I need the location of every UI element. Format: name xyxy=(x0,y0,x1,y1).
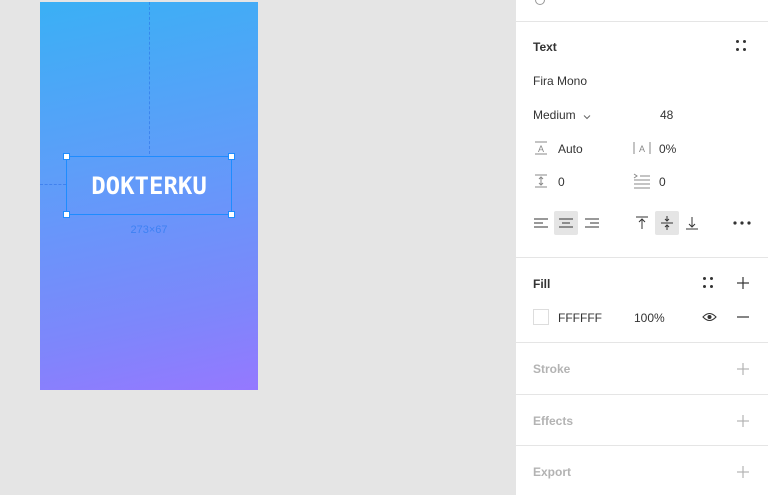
layout-guide-vertical xyxy=(149,2,150,154)
align-left-icon[interactable] xyxy=(531,212,551,234)
letter-spacing-icon: A xyxy=(632,140,652,156)
font-family-select[interactable]: Fira Mono xyxy=(533,74,587,88)
add-effect-icon[interactable] xyxy=(735,413,751,429)
mobile-frame[interactable]: DOKTERKU 273×67 xyxy=(40,2,258,390)
paragraph-spacing-icon xyxy=(533,173,549,189)
canvas[interactable]: DOKTERKU 273×67 xyxy=(0,0,515,495)
svg-text:A: A xyxy=(639,144,645,154)
chevron-down-icon xyxy=(583,109,591,123)
fill-opacity-input[interactable]: 100% xyxy=(634,311,665,325)
resize-handle-top-left[interactable] xyxy=(63,153,70,160)
fill-section-title: Fill xyxy=(533,277,551,291)
text-section: Text Fira Mono Medium 48 A Auto A 0% 0 0 xyxy=(516,22,768,258)
resize-handle-bottom-left[interactable] xyxy=(63,211,70,218)
font-weight-select[interactable]: Medium xyxy=(533,108,591,123)
export-section: Export xyxy=(516,446,768,495)
remove-fill-icon[interactable] xyxy=(735,310,751,324)
stroke-section: Stroke xyxy=(516,343,768,395)
text-section-title: Text xyxy=(533,40,557,54)
partial-icon xyxy=(534,0,546,6)
effects-section: Effects xyxy=(516,395,768,446)
add-fill-icon[interactable] xyxy=(735,275,751,291)
letter-spacing-input[interactable]: 0% xyxy=(659,142,676,156)
align-bottom-icon[interactable] xyxy=(682,212,702,234)
add-stroke-icon[interactable] xyxy=(735,361,751,377)
align-middle-icon[interactable] xyxy=(655,211,679,235)
font-weight-value: Medium xyxy=(533,108,576,122)
panel-top-row xyxy=(516,0,768,22)
paragraph-indent-input[interactable]: 0 xyxy=(659,175,666,189)
svg-text:A: A xyxy=(538,144,544,154)
paragraph-indent-icon xyxy=(632,173,652,189)
text-styles-icon[interactable] xyxy=(736,40,748,52)
stroke-section-title: Stroke xyxy=(533,362,571,376)
selection-size-label: 273×67 xyxy=(130,224,168,236)
fill-section: Fill FFFFFF 100% xyxy=(516,258,768,343)
export-section-title: Export xyxy=(533,465,572,479)
line-height-icon: A xyxy=(533,140,549,156)
layout-guide-horizontal xyxy=(40,184,66,185)
line-height-input[interactable]: Auto xyxy=(558,142,583,156)
eye-icon[interactable] xyxy=(701,310,717,324)
fill-styles-icon[interactable] xyxy=(703,277,715,289)
more-options-icon[interactable] xyxy=(732,212,752,234)
fill-hex-input[interactable]: FFFFFF xyxy=(558,311,602,325)
add-export-icon[interactable] xyxy=(735,464,751,480)
text-layer-selection[interactable]: DOKTERKU xyxy=(63,153,235,218)
align-top-icon[interactable] xyxy=(632,212,652,234)
properties-panel: Text Fira Mono Medium 48 A Auto A 0% 0 0… xyxy=(515,0,768,495)
text-layer-dokterku[interactable]: DOKTERKU xyxy=(67,157,231,214)
resize-handle-top-right[interactable] xyxy=(228,153,235,160)
font-size-input[interactable]: 48 xyxy=(660,108,673,122)
align-center-icon[interactable] xyxy=(554,211,578,235)
align-right-icon[interactable] xyxy=(582,212,602,234)
paragraph-spacing-input[interactable]: 0 xyxy=(558,175,565,189)
resize-handle-bottom-right[interactable] xyxy=(228,211,235,218)
fill-color-swatch[interactable] xyxy=(533,309,549,325)
effects-section-title: Effects xyxy=(533,414,574,428)
